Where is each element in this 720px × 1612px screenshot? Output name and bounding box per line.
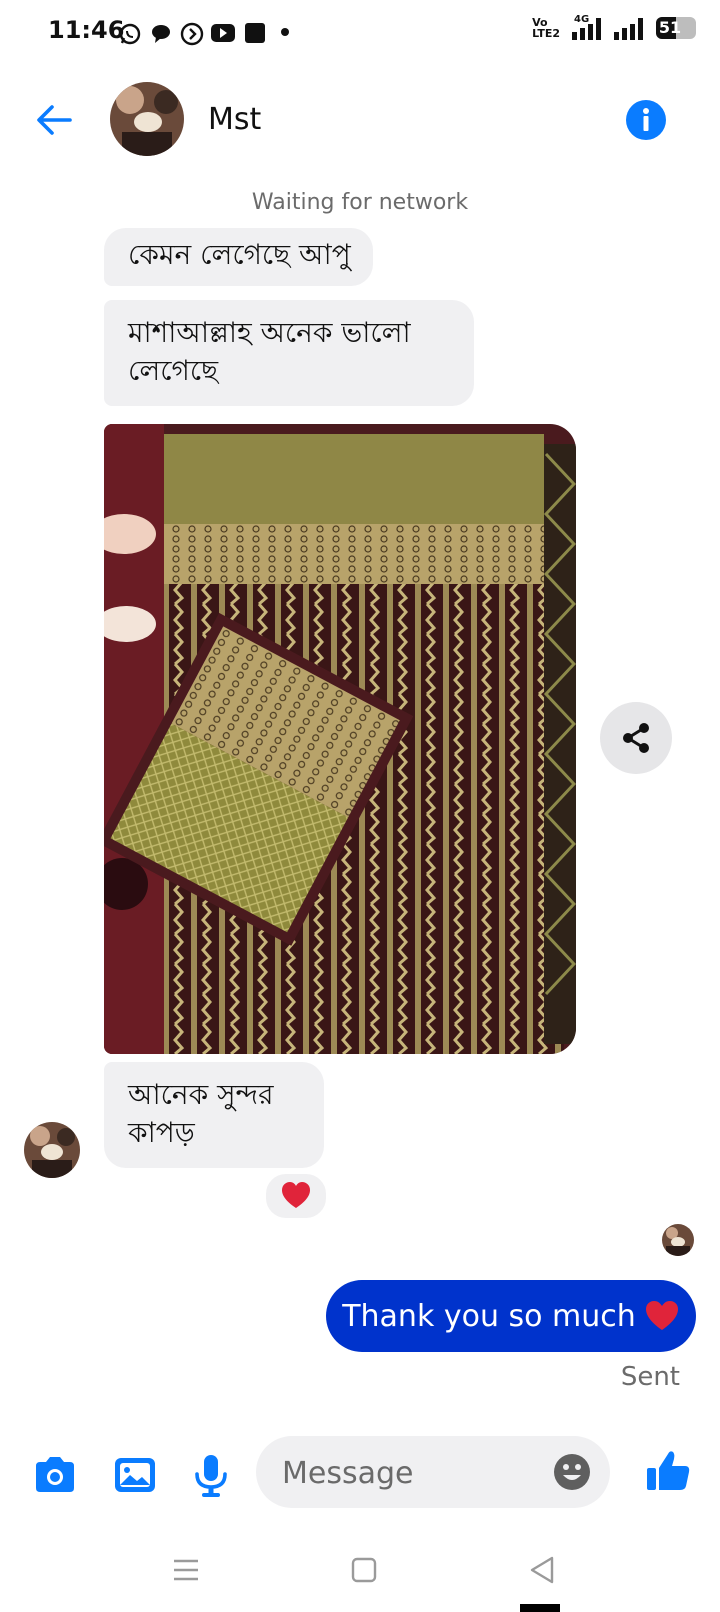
emoji-icon[interactable]: [552, 1452, 592, 1492]
heart-icon: [282, 1182, 310, 1208]
network-status: Waiting for network: [251, 190, 469, 215]
contact-name[interactable]: Mst: [208, 102, 261, 137]
heart-emoji-icon: [645, 1301, 678, 1330]
seen-indicator-avatar: [662, 1224, 694, 1256]
sender-avatar[interactable]: [24, 1122, 80, 1178]
info-button[interactable]: [626, 100, 666, 140]
status-time: 11:46: [48, 16, 125, 44]
battery-level: 51: [658, 18, 682, 37]
message-field[interactable]: [256, 1436, 610, 1510]
heart-reaction[interactable]: [264, 1172, 328, 1220]
signal-4g: 4G: [568, 14, 604, 42]
play-circle-icon: [180, 22, 204, 46]
incoming-message[interactable]: মাশাআল্লাহ অনেক ভালো লেগেছে: [104, 300, 474, 406]
share-icon: [623, 723, 649, 753]
status-indicators: Vo LTE2 4G 51: [532, 14, 696, 42]
battery-icon: 51: [656, 17, 696, 39]
gallery-icon[interactable]: [110, 1450, 160, 1500]
message-status: Sent: [620, 1362, 680, 1392]
whatsapp-icon: [119, 23, 141, 45]
back-icon[interactable]: [524, 1552, 560, 1588]
gesture-indicator: [520, 1604, 560, 1612]
home-icon[interactable]: [346, 1552, 382, 1588]
outgoing-message[interactable]: Thank you so much: [326, 1280, 696, 1352]
back-arrow-icon[interactable]: [32, 98, 76, 142]
microphone-icon[interactable]: [186, 1450, 236, 1500]
outgoing-message-text: Thank you so much: [342, 1298, 636, 1334]
contact-avatar[interactable]: [110, 82, 184, 156]
volte-label: Vo LTE2: [532, 16, 560, 40]
incoming-message[interactable]: কেমন লেগেছে আপু: [104, 228, 373, 286]
message-input[interactable]: [280, 1436, 544, 1510]
notification-dot-icon: [281, 28, 289, 36]
shared-photo[interactable]: [104, 424, 576, 1054]
info-icon: [643, 108, 649, 131]
signal-bars-icon-2: [614, 18, 643, 40]
app-square-icon: [245, 23, 265, 43]
camera-icon[interactable]: [30, 1450, 80, 1500]
thumbs-up-icon[interactable]: [644, 1446, 694, 1496]
youtube-icon: [211, 24, 235, 42]
menu-icon[interactable]: [168, 1552, 204, 1588]
share-button[interactable]: [600, 702, 672, 774]
chat-icon: [152, 25, 170, 43]
incoming-message[interactable]: আনেক সুন্দর কাপড়: [104, 1062, 324, 1168]
